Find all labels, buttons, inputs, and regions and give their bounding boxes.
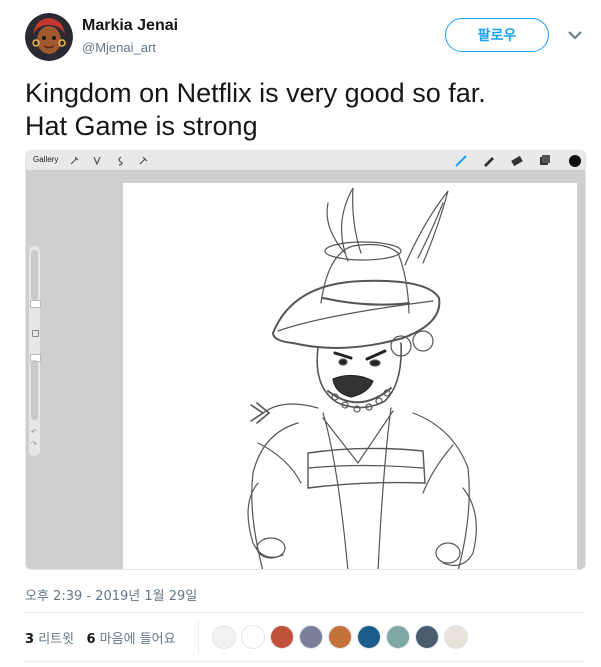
divider bbox=[25, 612, 584, 613]
tweet-line: Kingdom on Netflix is very good so far. bbox=[25, 78, 486, 108]
retweets-count: 3 bbox=[25, 632, 35, 647]
avatar-girl[interactable] bbox=[444, 625, 468, 649]
drawing-app-toolbar: Gallery bbox=[26, 151, 585, 170]
user-avatar[interactable] bbox=[25, 13, 73, 61]
avatar-bird[interactable] bbox=[241, 625, 265, 649]
avatar-blue[interactable] bbox=[357, 625, 381, 649]
retweets-stat[interactable]: 3 리트윗 bbox=[25, 632, 74, 647]
tweet-text: Kingdom on Netflix is very good so far. … bbox=[25, 77, 585, 143]
drawing-canvas bbox=[123, 183, 577, 569]
avatar-red[interactable] bbox=[270, 625, 294, 649]
eraser-icon bbox=[511, 155, 523, 167]
tool-icons bbox=[70, 156, 148, 166]
modify-icon[interactable] bbox=[32, 330, 39, 337]
avatar-glasses[interactable] bbox=[386, 625, 410, 649]
likes-count: 6 bbox=[86, 632, 96, 647]
stats-separator bbox=[198, 620, 199, 654]
undo-icon[interactable]: ↶ bbox=[31, 428, 37, 436]
liker-avatars bbox=[212, 625, 468, 649]
character-sketch bbox=[247, 187, 477, 569]
chevron-down-icon[interactable] bbox=[566, 28, 584, 42]
avatar-photo[interactable] bbox=[299, 625, 323, 649]
size-slider[interactable] bbox=[31, 250, 38, 300]
tweet-stats: 3 리트윗 6 마음에 들어요 bbox=[25, 628, 176, 647]
brush-tools bbox=[455, 155, 581, 167]
tweet-timestamp[interactable]: 오후 2:39 - 2019년 1월 29일 bbox=[25, 585, 197, 604]
follow-button[interactable]: 팔로우 bbox=[445, 18, 549, 52]
user-handle[interactable]: @Mjenai_art bbox=[82, 40, 156, 55]
tweet-image[interactable]: Gallery ↶ ↷ bbox=[25, 150, 586, 570]
avatar-group[interactable] bbox=[415, 625, 439, 649]
divider bbox=[25, 661, 584, 662]
brush-size-sidebar: ↶ ↷ bbox=[29, 246, 41, 456]
color-icon bbox=[569, 155, 581, 167]
smudge-icon bbox=[484, 157, 494, 167]
avatar-sketch[interactable] bbox=[212, 625, 236, 649]
user-display-name[interactable]: Markia Jenai bbox=[82, 17, 178, 35]
retweets-label: 리트윗 bbox=[38, 632, 75, 647]
likes-stat[interactable]: 6 마음에 들어요 bbox=[86, 632, 175, 647]
opacity-slider[interactable] bbox=[31, 360, 38, 420]
likes-label: 마음에 들어요 bbox=[99, 632, 176, 647]
brush-icon bbox=[455, 155, 467, 167]
slider-handle[interactable] bbox=[30, 300, 41, 308]
tweet-line: Hat Game is strong bbox=[25, 111, 258, 141]
gallery-label: Gallery bbox=[33, 155, 59, 164]
redo-icon[interactable]: ↷ bbox=[31, 440, 37, 448]
avatar-hair[interactable] bbox=[328, 625, 352, 649]
